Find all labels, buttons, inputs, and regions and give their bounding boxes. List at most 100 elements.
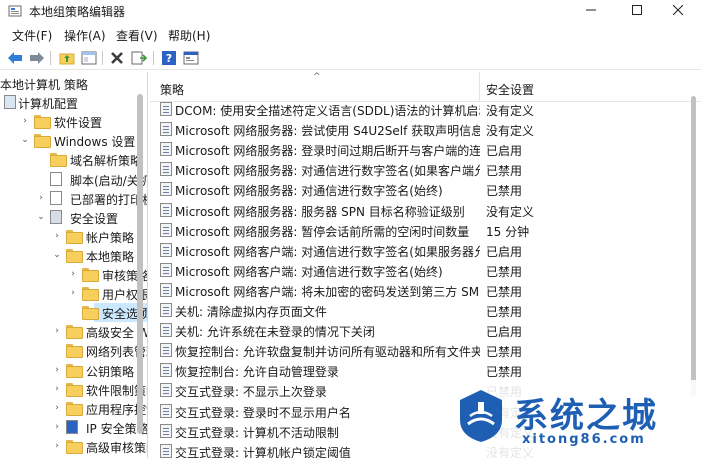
policy-row[interactable]: Microsoft 网络客户端: 对通信进行数字签名(如果服务器允... 已启用 <box>150 240 690 260</box>
policy-row[interactable]: 恢复控制台: 允许自动管理登录 已禁用 <box>150 360 690 380</box>
folder-icon <box>66 248 83 263</box>
document-icon <box>50 171 62 186</box>
policy-row[interactable]: Microsoft 网络客户端: 将未加密的密码发送到第三方 SMB... 已禁用 <box>150 280 690 300</box>
tree-item-label: 域名解析策略 <box>70 154 143 169</box>
policy-name: Microsoft 网络服务器: 暂停会话前所需的空闲时间数量 <box>175 224 470 239</box>
policy-row[interactable]: 关机: 清除虚拟内存页面文件 已禁用 <box>150 300 690 320</box>
policy-item-icon <box>160 343 172 358</box>
collapsed-chevron-icon[interactable]: › <box>52 403 62 413</box>
tree-item[interactable]: › 高级安全 W <box>0 322 147 341</box>
console-tree[interactable]: 本地计算机 策略 计算机配置 › 软件设置 ⌄ Windows 设置域名解析策略 脚本(启动… <box>0 72 148 458</box>
help-button[interactable]: ? <box>160 49 178 67</box>
tree-item[interactable]: ›应用程序控制 <box>0 399 147 418</box>
tree-item[interactable]: ›高级审核策略 <box>0 437 147 456</box>
toolbar-separator <box>102 51 103 65</box>
tree-item[interactable]: ⌄ Windows 设置 <box>0 131 147 150</box>
expanded-chevron-icon[interactable]: ⌄ <box>52 250 62 260</box>
close-button[interactable] <box>655 0 701 20</box>
watermark-name: 系统之城 <box>514 396 658 436</box>
show-hide-tree-button[interactable] <box>80 49 98 67</box>
tree-item[interactable]: ›软件限制策略 <box>0 380 147 399</box>
policy-item-icon <box>160 242 172 257</box>
menu-bar: 文件(F) 操作(A) 查看(V) 帮助(H) <box>0 24 701 44</box>
policy-row[interactable]: Microsoft 网络客户端: 对通信进行数字签名(始终) 已禁用 <box>150 260 690 280</box>
folder-icon <box>66 382 83 397</box>
policy-name: Microsoft 网络客户端: 对通信进行数字签名(始终) <box>175 264 443 279</box>
policy-item-icon <box>160 102 172 116</box>
expanded-chevron-icon[interactable]: ⌄ <box>36 212 46 222</box>
expanded-chevron-icon[interactable]: ⌄ <box>20 135 30 145</box>
policy-row[interactable]: Microsoft 网络服务器: 对通信进行数字签名(如果客户端允... 已禁用 <box>150 159 690 179</box>
maximize-button[interactable] <box>614 0 660 20</box>
policy-row[interactable]: 关机: 允许系统在未登录的情况下关闭 已启用 <box>150 320 690 340</box>
tree-item[interactable]: 本地计算机 策略 <box>0 74 147 93</box>
policy-row[interactable]: Microsoft 网络服务器: 登录时间过期后断开与客户端的连接 已启用 <box>150 139 690 159</box>
column-header-policy[interactable]: 策略 <box>160 81 184 98</box>
collapsed-chevron-icon[interactable]: › <box>68 269 78 279</box>
policy-name: Microsoft 网络客户端: 对通信进行数字签名(如果服务器允... <box>175 244 480 259</box>
policy-name: 交互式登录: 计算机不活动限制 <box>175 425 339 440</box>
tree-item[interactable]: › 已部署的打印机 <box>0 189 147 208</box>
column-header-setting[interactable]: 安全设置 <box>486 81 534 98</box>
collapsed-chevron-icon[interactable]: › <box>52 441 62 451</box>
delete-x-icon <box>111 52 123 64</box>
list-scrollbar-thumb[interactable] <box>691 96 696 396</box>
toolbar: ? <box>0 46 701 70</box>
tree-scrollbar[interactable] <box>133 72 147 458</box>
tree-item[interactable]: 脚本(启动/关机) <box>0 170 147 189</box>
tree-item[interactable]: › 软件设置 <box>0 112 147 131</box>
properties-button[interactable] <box>182 49 200 67</box>
collapsed-chevron-icon[interactable]: › <box>52 231 62 241</box>
up-folder-button[interactable] <box>58 49 76 67</box>
export-list-button[interactable] <box>130 49 148 67</box>
folder-icon <box>50 153 67 168</box>
back-button[interactable] <box>6 49 24 67</box>
collapsed-chevron-icon[interactable]: › <box>52 422 62 432</box>
collapsed-chevron-icon[interactable]: › <box>20 116 30 126</box>
menu-help[interactable]: 帮助(H) <box>168 27 210 44</box>
tree-item[interactable]: 计算机配置 <box>0 93 147 112</box>
tree-item[interactable]: › 帐户策略 <box>0 227 147 246</box>
policy-name: 恢复控制台: 允许软盘复制并访问所有驱动器和所有文件夹 <box>175 345 480 360</box>
tree-item[interactable]: 网络列表管理 <box>0 341 147 360</box>
tree-item[interactable]: 域名解析策略 <box>0 150 147 169</box>
list-header: ^ 策略 安全设置 <box>150 72 701 102</box>
policy-item-icon <box>160 443 172 458</box>
folder-icon <box>66 401 83 416</box>
policy-item-icon <box>160 222 172 237</box>
policy-name: 恢复控制台: 允许自动管理登录 <box>175 365 339 380</box>
close-icon <box>673 5 683 15</box>
menu-action[interactable]: 操作(A) <box>64 27 106 44</box>
tree-item[interactable]: › 用户权限 <box>0 284 147 303</box>
collapsed-chevron-icon[interactable]: › <box>52 384 62 394</box>
menu-view[interactable]: 查看(V) <box>116 27 158 44</box>
collapsed-chevron-icon[interactable]: › <box>52 365 62 375</box>
minimize-button[interactable] <box>568 0 614 20</box>
folder-icon <box>66 229 83 244</box>
policy-row[interactable]: DCOM: 使用安全描述符定义语言(SDDL)语法的计算机启动... 没有定义 <box>150 99 690 119</box>
tree-item-label: 本地计算机 策略 <box>0 78 88 92</box>
tree-item[interactable]: › IP 安全策略 <box>0 418 147 437</box>
policy-row[interactable]: Microsoft 网络服务器: 尝试使用 S4U2Self 获取声明信息 没有定… <box>150 119 690 139</box>
tree-item[interactable]: ⌄ 本地策略 <box>0 246 147 265</box>
policy-row[interactable]: 恢复控制台: 允许软盘复制并访问所有驱动器和所有文件夹 已禁用 <box>150 340 690 360</box>
column-divider[interactable] <box>479 72 480 102</box>
policy-row[interactable]: Microsoft 网络服务器: 对通信进行数字签名(始终) 已禁用 <box>150 179 690 199</box>
tree-item[interactable]: ⌄ 安全设置 <box>0 208 147 227</box>
tree-item[interactable]: › 公钥策略 <box>0 361 147 380</box>
policy-name: DCOM: 使用安全描述符定义语言(SDDL)语法的计算机启动... <box>175 104 480 118</box>
policy-item-icon <box>160 122 172 137</box>
forward-button[interactable] <box>28 49 46 67</box>
tree-scrollbar-thumb[interactable] <box>137 94 143 434</box>
policy-row[interactable]: Microsoft 网络服务器: 服务器 SPN 目标名称验证级别 没有定义 <box>150 200 690 220</box>
back-arrow-icon <box>8 52 22 64</box>
collapsed-chevron-icon[interactable]: › <box>36 193 46 203</box>
window-title: 本地组策略编辑器 <box>29 5 126 19</box>
toolbar-separator <box>50 51 51 65</box>
tree-item[interactable]: › 审核策略 <box>0 265 147 284</box>
menu-file[interactable]: 文件(F) <box>12 27 52 44</box>
collapsed-chevron-icon[interactable]: › <box>52 326 62 336</box>
collapsed-chevron-icon[interactable]: › <box>68 288 78 298</box>
policy-row[interactable]: Microsoft 网络服务器: 暂停会话前所需的空闲时间数量 15 分钟 <box>150 220 690 240</box>
delete-button[interactable] <box>108 49 126 67</box>
